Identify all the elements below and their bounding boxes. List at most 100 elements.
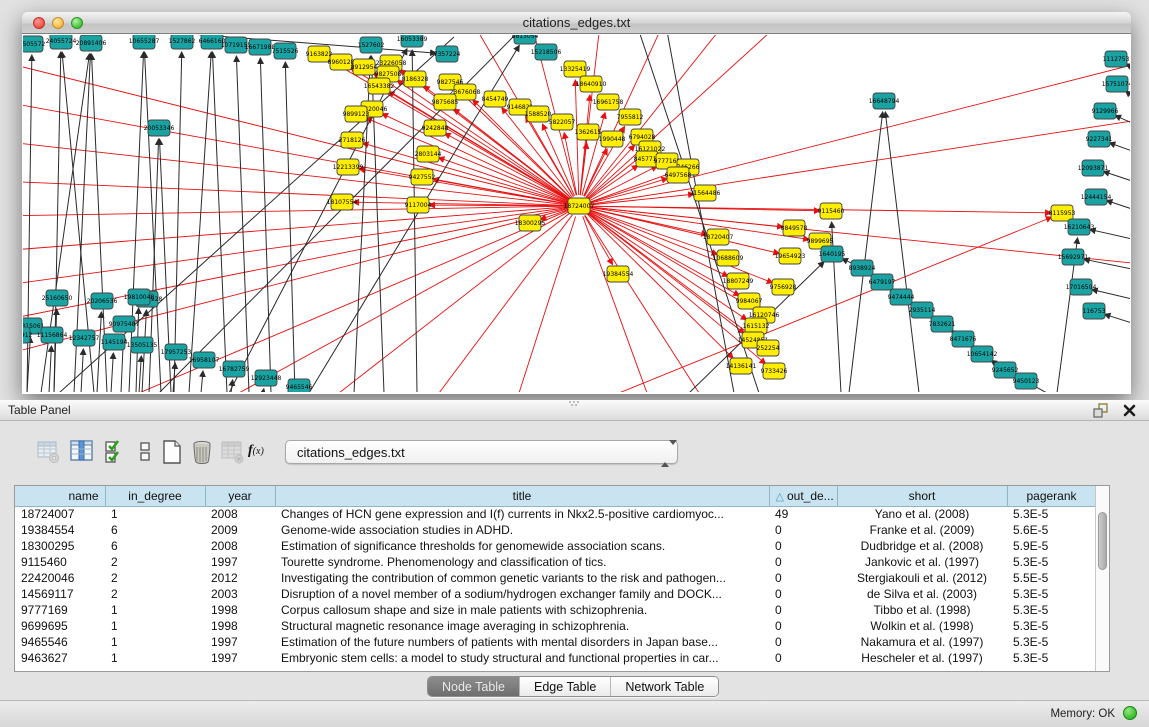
table-cell[interactable]: 2003 [205, 586, 275, 602]
table-cell[interactable]: 9777169 [15, 602, 105, 618]
graph-node[interactable]: 2505572 [23, 36, 46, 52]
graph-node[interactable]: 24055724 [46, 35, 77, 49]
graph-node[interactable]: 19654923 [775, 248, 806, 264]
table-cell[interactable]: 0 [769, 570, 837, 586]
table-cell[interactable]: 5.9E-5 [1007, 538, 1096, 554]
graph-node[interactable]: 9733426 [761, 363, 788, 379]
selection-mode-icon[interactable] [103, 439, 127, 465]
graph-node[interactable]: 9875685 [432, 94, 459, 110]
graph-node[interactable]: 8186328 [402, 71, 429, 87]
table-row[interactable]: 946554611997Estimation of the future num… [15, 634, 1096, 650]
table-cell[interactable]: 1 [105, 634, 205, 650]
graph-node[interactable]: 9129966 [1092, 103, 1119, 119]
graph-node[interactable]: 8471676 [950, 331, 977, 347]
table-cell[interactable]: 2008 [205, 538, 275, 554]
table-cell[interactable]: 1997 [205, 554, 275, 570]
table-row[interactable]: 946362711997Embryonic stem cells: a mode… [15, 650, 1096, 666]
graph-node[interactable]: 90975487 [109, 316, 140, 332]
graph-node[interactable]: 6479197 [869, 274, 896, 290]
table-cell[interactable]: Tourette syndrome. Phenomenology and cla… [275, 554, 769, 570]
graph-node[interactable]: 7515526 [272, 43, 299, 59]
graph-node[interactable]: 1990448 [599, 131, 626, 147]
graph-node[interactable]: 8849578 [781, 220, 808, 236]
graph-node[interactable]: 9899123 [343, 106, 370, 122]
table-cell[interactable]: 0 [769, 522, 837, 538]
column-header-in-degree[interactable]: in_degree [105, 486, 205, 506]
graph-node[interactable]: 15751074 [1102, 76, 1130, 92]
table-cell[interactable]: 18300295 [15, 538, 105, 554]
graph-node[interactable]: 9115460 [818, 203, 845, 219]
graph-node[interactable]: 9227341 [1086, 131, 1113, 147]
graph-node[interactable]: 16210643 [1064, 219, 1095, 235]
graph-node[interactable]: 8454749 [482, 91, 509, 107]
graph-node[interactable]: 20891406 [76, 35, 107, 51]
graph-node[interactable]: 16961758 [593, 94, 624, 110]
graph-node[interactable]: 9756928 [770, 279, 797, 295]
divider-grip[interactable] [569, 401, 579, 406]
table-cell[interactable]: Stergiakouli et al. (2012) [837, 570, 1007, 586]
row-height-icon[interactable] [133, 439, 157, 465]
delete-table-icon[interactable] [220, 439, 244, 465]
table-cell[interactable]: 0 [769, 618, 837, 634]
graph-node[interactable]: 13505135 [127, 337, 158, 353]
table-cell[interactable]: 0 [769, 538, 837, 554]
graph-node[interactable]: 1145194 [101, 334, 128, 350]
graph-node[interactable]: 9245652 [992, 362, 1019, 378]
table-cell[interactable]: Yano et al. (2008) [837, 506, 1007, 522]
network-view[interactable]: 1872400791638228960128891295423226058982… [23, 35, 1130, 392]
table-cell[interactable]: 18724007 [15, 506, 105, 522]
table-cell[interactable]: 5.6E-5 [1007, 522, 1096, 538]
table-row[interactable]: 969969511998Structural magnetic resonanc… [15, 618, 1096, 634]
graph-node[interactable]: 12923448 [251, 370, 282, 386]
table-scrollbar-thumb[interactable] [1098, 512, 1107, 570]
graph-node[interactable]: 18720407 [703, 229, 734, 245]
graph-node[interactable]: 18807249 [723, 273, 754, 289]
table-cell[interactable]: 1 [105, 618, 205, 634]
column-header-pagerank[interactable]: pagerank [1007, 486, 1096, 506]
table-cell[interactable]: Embryonic stem cells: a model to study s… [275, 650, 769, 666]
graph-node[interactable]: 15692971 [1058, 249, 1089, 265]
graph-node[interactable]: 8813054 [512, 35, 539, 44]
table-cell[interactable]: Tibbo et al. (1998) [837, 602, 1007, 618]
table-cell[interactable]: 5.3E-5 [1007, 618, 1096, 634]
table-cell[interactable]: 2008 [205, 506, 275, 522]
graph-node[interactable]: 12093871 [1078, 160, 1109, 176]
table-cell[interactable]: 2009 [205, 522, 275, 538]
graph-node[interactable]: 16543382 [364, 78, 395, 94]
table-cell[interactable]: Wolkin et al. (1998) [837, 618, 1007, 634]
graph-node[interactable]: 7832621 [929, 316, 956, 332]
table-row[interactable]: 977716911998Corpus callosum shape and si… [15, 602, 1096, 618]
table-cell[interactable]: 22420046 [15, 570, 105, 586]
table-cell[interactable]: 9699695 [15, 618, 105, 634]
close-panel-icon[interactable] [1122, 403, 1137, 418]
table-cell[interactable]: Dudbridge et al. (2008) [837, 538, 1007, 554]
graph-node[interactable]: 20053346 [144, 120, 175, 136]
table-cell[interactable]: Estimation of the future numbers of pati… [275, 634, 769, 650]
graph-node[interactable]: 9465546 [286, 379, 313, 392]
table-cell[interactable]: Jankovic et al. (1997) [837, 554, 1007, 570]
graph-node[interactable]: 11156864 [37, 327, 68, 343]
column-header-short[interactable]: short [837, 486, 1007, 506]
network-window-titlebar[interactable]: citations_edges.txt [22, 12, 1131, 34]
table-cell[interactable]: Structural magnetic resonance image aver… [275, 618, 769, 634]
graph-node[interactable]: 16053389 [397, 35, 428, 47]
table-cell[interactable]: 2 [105, 570, 205, 586]
graph-node[interactable]: 9427552 [409, 169, 436, 185]
table-cell[interactable]: 2012 [205, 570, 275, 586]
graph-node[interactable]: 1362615 [575, 124, 602, 140]
table-cell[interactable]: 5.5E-5 [1007, 570, 1096, 586]
graph-node[interactable]: 2935114 [909, 302, 936, 318]
table-cell[interactable]: Corpus callosum shape and size in male p… [275, 602, 769, 618]
tab-network-table[interactable]: Network Table [611, 677, 718, 696]
table-select-combo[interactable]: citations_edges.txt [285, 440, 678, 464]
graph-node[interactable]: 17016504 [1066, 279, 1097, 295]
table-cell[interactable]: 5.3E-5 [1007, 554, 1096, 570]
graph-node[interactable]: 17957253 [161, 344, 192, 360]
table-cell[interactable]: 1 [105, 506, 205, 522]
graph-node[interactable]: 18300295 [515, 215, 546, 231]
graph-node[interactable]: 9117004 [405, 197, 432, 213]
table-cell[interactable]: 9465546 [15, 634, 105, 650]
table-row[interactable]: 1938455462009Genome-wide association stu… [15, 522, 1096, 538]
graph-node[interactable]: 21564486 [690, 185, 721, 201]
table-cell[interactable]: 0 [769, 586, 837, 602]
